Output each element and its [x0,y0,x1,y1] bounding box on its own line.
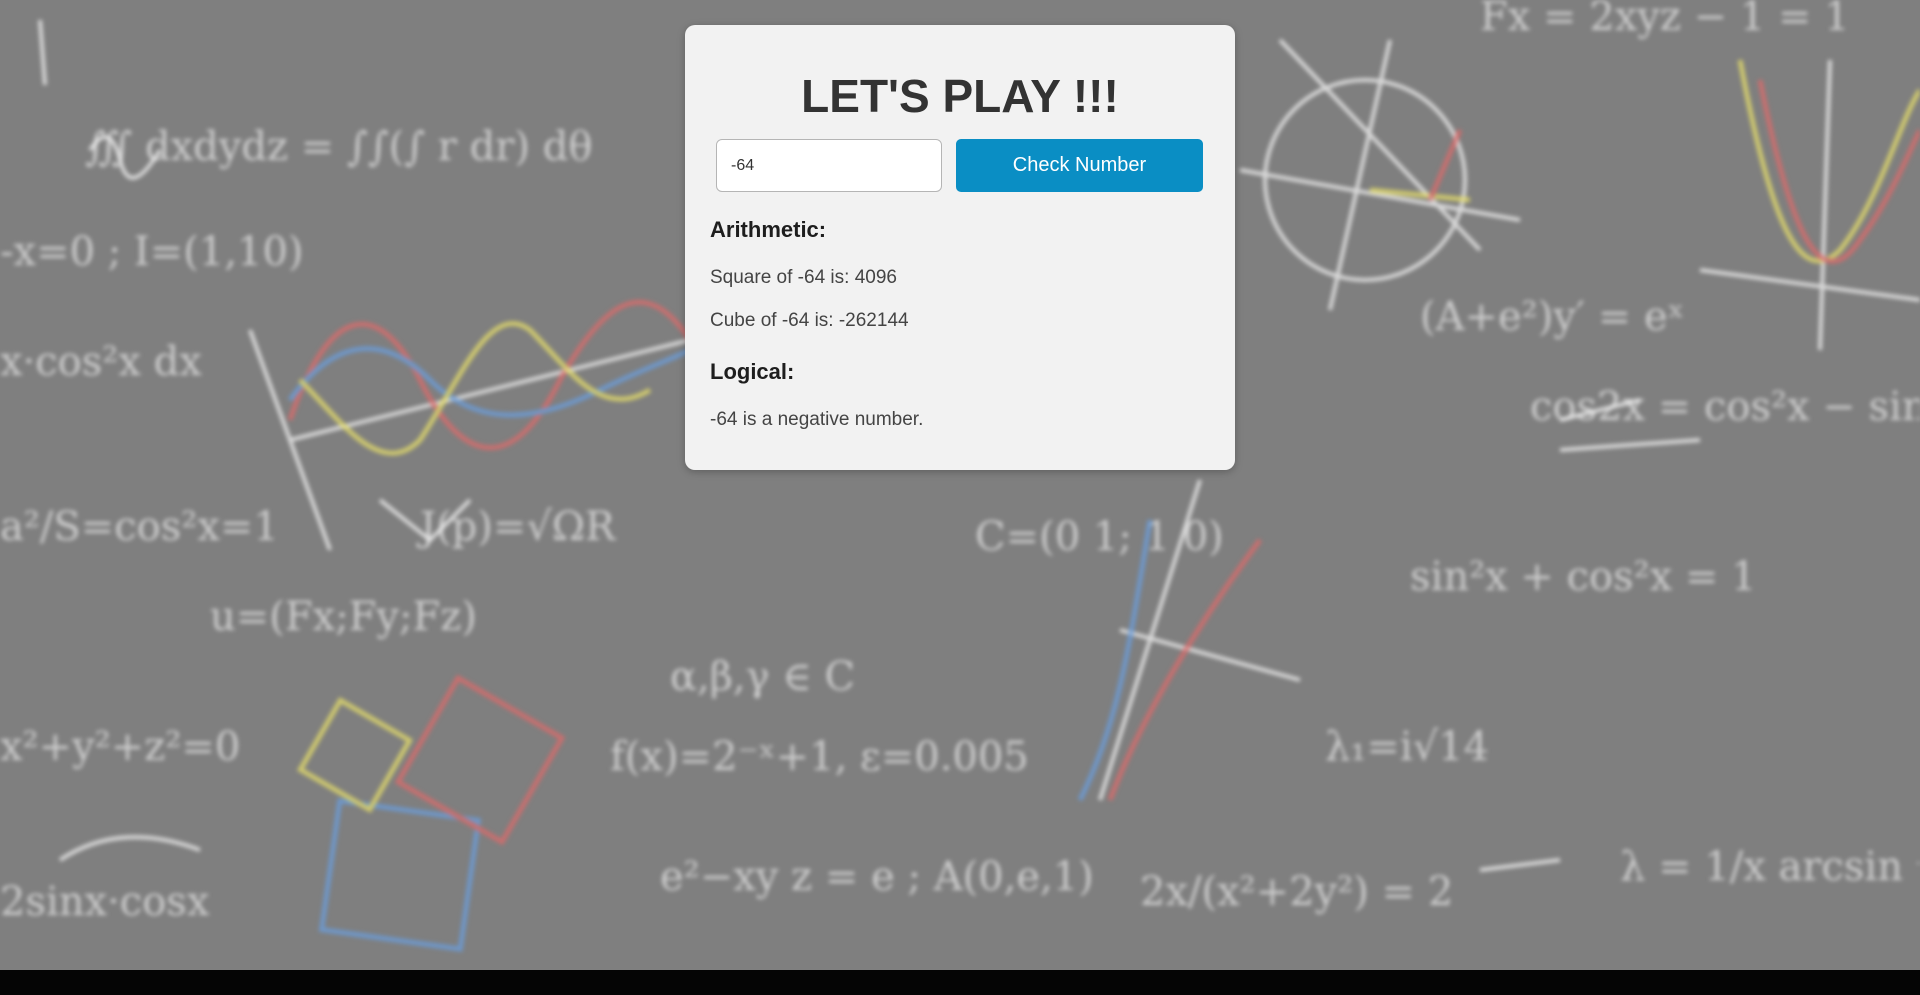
svg-text:Fx = 2xyz − 1 = 1: Fx = 2xyz − 1 = 1 [1480,0,1850,40]
svg-text:x·cos²x dx: x·cos²x dx [0,339,202,385]
svg-text:J(p)=√ΩR: J(p)=√ΩR [416,504,617,550]
svg-text:2x/(x²+2y²) = 2: 2x/(x²+2y²) = 2 [1140,869,1453,915]
bottom-dark-strip [0,970,1920,995]
number-input[interactable] [716,139,942,192]
svg-text:u=(Fx;Fy;Fz): u=(Fx;Fy;Fz) [210,594,477,640]
page-title: LET'S PLAY !!! [801,70,1119,122]
svg-text:f(x)=2⁻ˣ+1, ε=0.005: f(x)=2⁻ˣ+1, ε=0.005 [610,734,1029,780]
svg-text:e²−xy z = e ; A(0,e,1): e²−xy z = e ; A(0,e,1) [660,854,1094,900]
square-result: Square of -64 is: 4096 [710,267,897,288]
svg-text:a²/S=cos²x=1: a²/S=cos²x=1 [0,504,279,550]
svg-text:-x=0 ; I=(1,10): -x=0 ; I=(1,10) [0,229,304,275]
arithmetic-heading: Arithmetic: [710,217,827,242]
logical-heading: Logical: [710,359,795,384]
check-number-button[interactable]: Check Number [956,139,1203,192]
svg-text:(A+e²)y′ = eˣ: (A+e²)y′ = eˣ [1420,294,1685,340]
number-game-card: LET'S PLAY !!! Check Number Arithmetic: … [685,25,1235,470]
svg-text:C=(0 1; 1 0): C=(0 1; 1 0) [975,514,1224,560]
svg-text:α,β,γ ∈ C: α,β,γ ∈ C [670,654,855,700]
svg-text:2sinx·cosx: 2sinx·cosx [0,879,210,925]
sign-result: -64 is a negative number. [710,409,924,430]
svg-text:∭ dxdydz = ∫∫(∫ r dr) dθ: ∭ dxdydz = ∫∫(∫ r dr) dθ [85,124,592,170]
svg-text:x²+y²+z²=0: x²+y²+z²=0 [0,724,240,770]
svg-text:λ = 1/x arcsin √2/2: λ = 1/x arcsin √2/2 [1620,844,1920,890]
svg-text:sin²x + cos²x = 1: sin²x + cos²x = 1 [1410,554,1757,600]
svg-text:cos2x = cos²x − sin²x: cos2x = cos²x − sin²x [1530,384,1920,430]
cube-result: Cube of -64 is: -262144 [710,310,909,331]
svg-text:λ₁=i√14: λ₁=i√14 [1325,724,1489,770]
